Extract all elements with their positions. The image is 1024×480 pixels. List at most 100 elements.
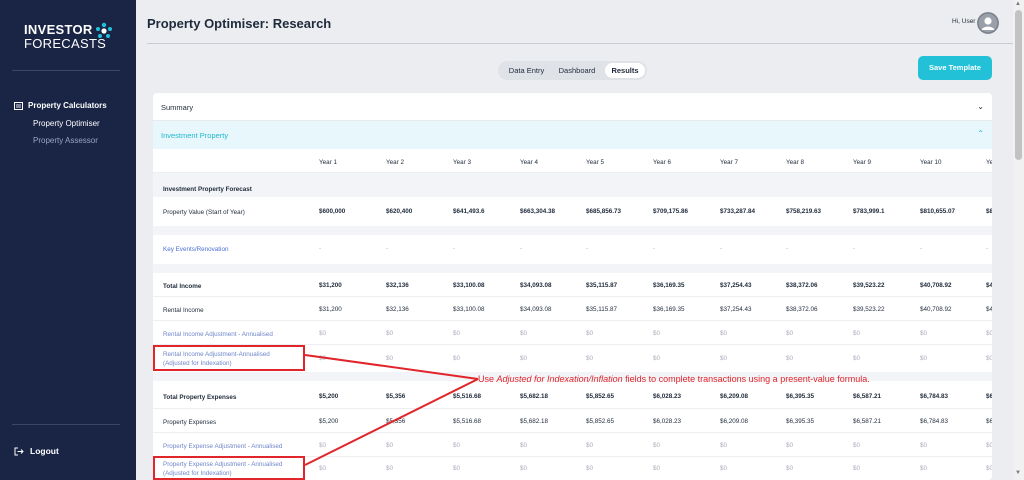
column-header: Year 10 xyxy=(920,159,942,166)
table-cell[interactable]: $0 xyxy=(786,330,793,337)
table-cell[interactable]: $0 xyxy=(853,355,860,362)
table-cell[interactable]: $0 xyxy=(720,442,727,449)
table-cell[interactable]: $0 xyxy=(586,355,593,362)
annotation-suffix: fields to complete transactions using a … xyxy=(622,374,870,384)
table-cell[interactable]: $0 xyxy=(653,355,660,362)
table-cell[interactable]: $0 xyxy=(920,465,927,472)
rental-income-adjustment-link[interactable]: Rental Income Adjustment - Annualised xyxy=(163,330,273,339)
app-logo[interactable]: INVESTOR FORECASTS xyxy=(24,22,124,52)
table-cell[interactable]: $0 xyxy=(653,465,660,472)
table-cell[interactable]: $0 xyxy=(786,465,793,472)
column-header: Year 3 xyxy=(453,159,471,166)
view-tabs: Data Entry Dashboard Results xyxy=(498,61,647,80)
avatar-icon[interactable] xyxy=(977,12,999,34)
table-cell[interactable]: $0 xyxy=(520,465,527,472)
table-cell: $33,100.08 xyxy=(453,306,485,313)
table-cell: $6,209.08 xyxy=(720,393,749,400)
user-greeting: Hi, User xyxy=(952,18,976,25)
table-cell: $40,708.92 xyxy=(920,306,952,313)
tab-dashboard[interactable]: Dashboard xyxy=(553,61,601,80)
table-cell[interactable]: $0 xyxy=(520,442,527,449)
table-cell[interactable]: $0 xyxy=(986,465,992,472)
table-cell: $600,000 xyxy=(319,208,346,215)
table-cell[interactable]: $0 xyxy=(453,442,460,449)
table-cell: $35,115.87 xyxy=(586,306,618,313)
table-row: Key Events/Renovation - - - - - - - - - … xyxy=(153,235,992,264)
table-cell[interactable]: $0 xyxy=(720,355,727,362)
table-row: Rental Income Adjustment - Annualised $0… xyxy=(153,321,992,345)
table-cell[interactable]: $0 xyxy=(319,442,326,449)
table-cell: $783,999.1 xyxy=(853,208,885,215)
table-cell[interactable]: $0 xyxy=(520,330,527,337)
sidebar-group-property-calculators[interactable]: Property Calculators xyxy=(14,101,107,110)
table-cell[interactable]: $0 xyxy=(386,355,393,362)
table-cell[interactable]: $0 xyxy=(720,330,727,337)
table-cell[interactable]: $0 xyxy=(386,330,393,337)
scroll-down-icon[interactable]: ▼ xyxy=(1015,470,1021,476)
table-cell: $5,356 xyxy=(386,393,406,400)
table-cell[interactable]: $0 xyxy=(853,330,860,337)
table-cell[interactable]: $0 xyxy=(786,355,793,362)
table-cell: $32,136 xyxy=(386,306,409,313)
table-cell: - xyxy=(786,245,789,252)
chevron-down-icon: ⌄ xyxy=(977,102,984,111)
annotation-prefix: Use xyxy=(478,374,497,384)
table-cell: - xyxy=(920,245,923,252)
table-cell[interactable]: $0 xyxy=(853,442,860,449)
table-cell[interactable]: $0 xyxy=(986,442,992,449)
table-cell[interactable]: $0 xyxy=(986,330,992,337)
table-cell: $733,287.84 xyxy=(720,208,756,215)
save-template-button[interactable]: Save Template xyxy=(918,56,992,80)
table-cell[interactable]: $0 xyxy=(586,442,593,449)
table-cell: $6,395.35 xyxy=(786,418,815,425)
table-cell[interactable]: $0 xyxy=(653,442,660,449)
sidebar-item-property-optimiser[interactable]: Property Optimiser xyxy=(33,119,100,128)
table-cell: $6,784.83 xyxy=(920,418,949,425)
tab-results[interactable]: Results xyxy=(605,63,645,78)
scroll-up-icon[interactable]: ▲ xyxy=(1015,1,1021,7)
table-cell: $758,219.63 xyxy=(786,208,822,215)
table-cell[interactable]: $0 xyxy=(586,465,593,472)
table-cell[interactable]: $0 xyxy=(319,330,326,337)
table-cell[interactable]: $0 xyxy=(920,330,927,337)
page-scrollbar[interactable]: ▲ ▼ xyxy=(1013,0,1024,480)
table-cell[interactable]: $0 xyxy=(920,355,927,362)
table-cell[interactable]: $0 xyxy=(853,465,860,472)
key-events-link[interactable]: Key Events/Renovation xyxy=(163,245,228,254)
investment-property-accordion[interactable]: Investment Property ⌃ xyxy=(153,121,992,149)
summary-label: Summary xyxy=(161,103,194,112)
table-cell[interactable]: $0 xyxy=(586,330,593,337)
table-cell[interactable]: $0 xyxy=(986,355,992,362)
logo-text-line1: INVESTOR xyxy=(24,22,93,37)
column-header: Year 5 xyxy=(586,159,604,166)
column-header: Year 9 xyxy=(853,159,871,166)
table-cell[interactable]: $0 xyxy=(453,465,460,472)
table-cell: $33,100.08 xyxy=(453,282,485,289)
table-cell[interactable]: $0 xyxy=(319,465,326,472)
column-header: Year 4 xyxy=(520,159,538,166)
table-cell[interactable]: $0 xyxy=(520,355,527,362)
table-cell[interactable]: $0 xyxy=(786,442,793,449)
table-cell: $36,169.35 xyxy=(653,282,685,289)
table-cell[interactable]: $0 xyxy=(453,355,460,362)
table-cell[interactable]: $0 xyxy=(319,355,326,362)
table-cell: $5,200 xyxy=(319,393,339,400)
scrollbar-thumb[interactable] xyxy=(1015,10,1022,160)
sidebar-item-property-assessor[interactable]: Property Assessor xyxy=(33,136,98,145)
row-label: Investment Property Forecast xyxy=(163,186,252,193)
table-cell[interactable]: $0 xyxy=(386,465,393,472)
table-cell[interactable]: $0 xyxy=(720,465,727,472)
annotation-callout: Use Adjusted for Indexation/Inflation fi… xyxy=(478,374,870,384)
tab-data-entry[interactable]: Data Entry xyxy=(504,61,549,80)
table-row: Property Expense Adjustment - Annualised… xyxy=(153,433,992,457)
table-cell[interactable]: $0 xyxy=(386,442,393,449)
logout-button[interactable]: Logout xyxy=(14,446,59,456)
table-cell[interactable]: $0 xyxy=(920,442,927,449)
summary-accordion[interactable]: Summary ⌄ xyxy=(153,93,992,121)
column-header: Year 8 xyxy=(786,159,804,166)
table-cell: $37,254.43 xyxy=(720,306,752,313)
property-expense-adjustment-link[interactable]: Property Expense Adjustment - Annualised xyxy=(163,442,282,451)
table-cell: $4 xyxy=(986,306,992,313)
table-cell[interactable]: $0 xyxy=(653,330,660,337)
table-cell[interactable]: $0 xyxy=(453,330,460,337)
